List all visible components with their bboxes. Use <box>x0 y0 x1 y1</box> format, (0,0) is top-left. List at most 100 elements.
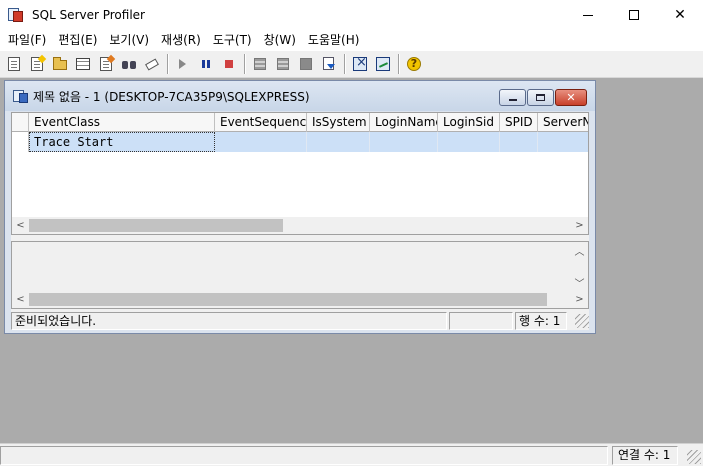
menu-file[interactable]: 파일(F) <box>2 30 52 51</box>
scroll-left-button[interactable]: < <box>12 217 29 234</box>
trace-window-body: EventClass EventSequence IsSystem LoginN… <box>11 112 589 330</box>
detail-horizontal-scrollbar[interactable]: < > <box>12 291 588 308</box>
table-cell[interactable] <box>307 132 370 152</box>
run-button[interactable] <box>172 53 194 75</box>
replay-step-icon <box>252 56 268 72</box>
menu-tools[interactable]: 도구(T) <box>207 30 258 51</box>
new-trace-button[interactable] <box>3 53 25 75</box>
binoculars-icon <box>121 56 137 72</box>
column-header[interactable]: LoginName <box>370 113 438 132</box>
stop-button[interactable] <box>218 53 240 75</box>
database-tuning-button[interactable] <box>349 53 371 75</box>
table-cell[interactable] <box>500 132 538 152</box>
table-cell[interactable]: Trace Start <box>29 132 215 152</box>
table-cell[interactable] <box>215 132 307 152</box>
table-cell[interactable] <box>538 132 588 152</box>
event-detail-pane[interactable]: ︿ ﹀ < > <box>11 241 589 309</box>
main-title-bar[interactable]: SQL Server Profiler ✕ <box>0 0 703 30</box>
save-button[interactable] <box>72 53 94 75</box>
open-button[interactable] <box>49 53 71 75</box>
open-folder-icon <box>52 56 68 72</box>
connection-count: 연결 수: 1 <box>612 446 678 465</box>
trace-status-bar: 준비되었습니다. 행 수: 1 <box>11 311 589 330</box>
status-message: 준비되었습니다. <box>11 311 447 330</box>
trace-window-icon <box>13 88 29 104</box>
trace-close-button[interactable]: ✕ <box>555 89 587 106</box>
toolbar: ? <box>0 51 703 78</box>
find-button[interactable] <box>118 53 140 75</box>
replay-breakpoint-icon <box>298 56 314 72</box>
minimize-icon <box>508 99 517 101</box>
properties-icon <box>98 54 116 72</box>
scroll-track[interactable] <box>29 218 571 233</box>
status-pane-empty <box>0 446 608 465</box>
table-cell[interactable] <box>370 132 438 152</box>
new-template-button[interactable] <box>26 53 48 75</box>
toolbar-separator <box>167 54 169 74</box>
close-icon: ✕ <box>566 91 576 104</box>
replay-cursor-icon <box>275 56 291 72</box>
scroll-down-button[interactable]: ﹀ <box>571 274 588 291</box>
grid-icon <box>75 56 91 72</box>
chevron-right-icon: > <box>575 220 584 231</box>
chevron-left-icon: < <box>16 294 25 305</box>
row-count: 행 수: 1 <box>515 311 567 330</box>
menu-view[interactable]: 보기(V) <box>103 30 155 51</box>
menu-help[interactable]: 도움말(H) <box>302 30 366 51</box>
scroll-right-button[interactable]: > <box>571 217 588 234</box>
auto-scroll-button[interactable] <box>318 53 340 75</box>
column-header[interactable]: IsSystem <box>307 113 370 132</box>
scroll-track[interactable] <box>29 292 571 307</box>
table-cell[interactable] <box>438 132 500 152</box>
maximize-button[interactable] <box>611 0 657 30</box>
resize-grip-icon[interactable] <box>687 450 701 464</box>
new-template-icon <box>29 54 47 72</box>
table-row[interactable]: Trace Start <box>12 132 588 152</box>
trace-minimize-button[interactable] <box>499 89 526 106</box>
grid-header: EventClass EventSequence IsSystem LoginN… <box>12 113 588 132</box>
database-tuning-icon <box>352 55 368 72</box>
restore-icon <box>536 94 545 101</box>
stop-icon <box>221 56 237 72</box>
properties-button[interactable] <box>95 53 117 75</box>
scroll-left-button[interactable]: < <box>12 291 29 308</box>
toolbar-separator <box>244 54 246 74</box>
scroll-up-button[interactable]: ︿ <box>571 242 588 259</box>
replay-cursor-button[interactable] <box>272 53 294 75</box>
pause-button[interactable] <box>195 53 217 75</box>
trace-restore-button[interactable] <box>527 89 554 106</box>
scroll-thumb[interactable] <box>29 219 283 232</box>
row-header-corner <box>12 113 29 132</box>
resize-grip-icon[interactable] <box>575 313 589 328</box>
chevron-up-icon: ︿ <box>574 247 585 258</box>
status-pane-empty <box>449 311 513 330</box>
grid-horizontal-scrollbar[interactable]: < > <box>12 217 588 234</box>
column-header[interactable]: ServerName <box>538 113 588 132</box>
detail-vertical-scrollbar[interactable]: ︿ ﹀ <box>571 242 588 291</box>
toolbar-separator <box>344 54 346 74</box>
row-header[interactable] <box>12 132 29 152</box>
help-icon: ? <box>406 56 422 72</box>
clear-button[interactable] <box>141 53 163 75</box>
menu-replay[interactable]: 재생(R) <box>155 30 207 51</box>
menu-window[interactable]: 창(W) <box>258 30 302 51</box>
minimize-button[interactable] <box>565 0 611 30</box>
scroll-thumb[interactable] <box>29 293 547 306</box>
chevron-down-icon: ﹀ <box>574 279 585 290</box>
column-header[interactable]: EventClass <box>29 113 215 132</box>
close-button[interactable]: ✕ <box>657 0 703 30</box>
event-grid[interactable]: EventClass EventSequence IsSystem LoginN… <box>11 112 589 235</box>
column-header[interactable]: EventSequence <box>215 113 307 132</box>
scroll-right-button[interactable]: > <box>571 291 588 308</box>
menu-edit[interactable]: 편집(E) <box>52 30 103 51</box>
help-button[interactable]: ? <box>403 53 425 75</box>
column-header[interactable]: LoginSid <box>438 113 500 132</box>
close-icon: ✕ <box>674 7 686 23</box>
performance-monitor-button[interactable] <box>372 53 394 75</box>
new-trace-icon <box>6 56 22 72</box>
trace-window-title-bar[interactable]: 제목 없음 - 1 (DESKTOP-7CA35P9\SQLEXPRESS) ✕ <box>5 81 595 111</box>
replay-step-button[interactable] <box>249 53 271 75</box>
column-header[interactable]: SPID <box>500 113 538 132</box>
trace-window-title: 제목 없음 - 1 (DESKTOP-7CA35P9\SQLEXPRESS) <box>33 89 310 104</box>
replay-breakpoint-button[interactable] <box>295 53 317 75</box>
